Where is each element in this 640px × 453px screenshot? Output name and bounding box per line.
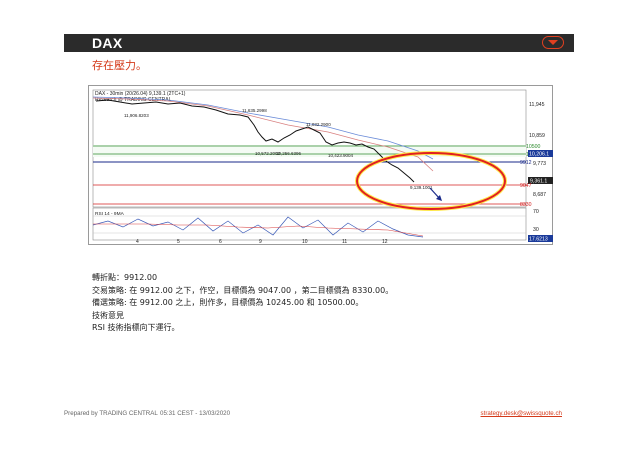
rsi-panel xyxy=(92,207,527,241)
axis-label: 10500 xyxy=(526,144,541,150)
price-chart: DAX - 30min (20/26.04) 9,139.1 (2TC+1) R… xyxy=(88,85,553,245)
annotation-2: 11,906.8203 xyxy=(124,113,149,118)
axis-label: 8,687 xyxy=(533,192,546,198)
axis-label: 70 xyxy=(533,209,539,215)
x-tick-label: 12 xyxy=(382,239,388,245)
x-tick-label: 4 xyxy=(136,239,139,245)
annotation-7: 9,139.1001 xyxy=(410,185,433,190)
axis-label: 30 xyxy=(533,227,539,233)
pivot-point-text: 轉折點：9912.00 xyxy=(92,273,158,282)
alternative-strategy-text: 備選策略: 在 9912.00 之上，則作多，目標價為 10245.00 和 1… xyxy=(92,298,364,307)
collapse-toggle-button[interactable] xyxy=(542,36,564,49)
x-tick-label: 6 xyxy=(219,239,222,245)
annotation-1: 11,635.2998 xyxy=(242,108,267,113)
report-timestamp: 05:31 CEST - 13/03/2020 xyxy=(160,410,231,417)
axis-label: 10,859 xyxy=(529,133,545,139)
contact-email-link[interactable]: strategy.desk@swissquote.ch xyxy=(481,410,562,417)
axis-label: 11,945 xyxy=(529,102,545,108)
axis-label: 8330 xyxy=(520,202,532,208)
instrument-title: DAX xyxy=(92,35,123,51)
x-tick-label: 10 xyxy=(302,239,308,245)
technical-comment-text: RSI 技術指標向下運行。 xyxy=(92,323,180,332)
x-tick-label: 5 xyxy=(177,239,180,245)
x-tick-label: 11 xyxy=(342,239,347,245)
footer: Prepared by TRADING CENTRAL 05:31 CEST -… xyxy=(64,410,574,422)
trading-strategy-text: 交易策略: 在 9912.00 之下，作空，目標價為 9047.00 ，第二目標… xyxy=(92,285,394,295)
annotation-3: 11,032.2900 xyxy=(306,122,331,127)
strategy-notes: 轉折點：9912.00 交易策略: 在 9912.00 之下，作空，目標價為 9… xyxy=(92,272,393,335)
header-bar: DAX xyxy=(64,34,574,52)
chevron-down-icon xyxy=(548,40,558,45)
annotation-5: 10,256.6396 xyxy=(276,151,302,156)
axis-label: 9,773 xyxy=(533,161,546,167)
axis-label: 9912 xyxy=(520,160,532,166)
prepared-by-text: Prepared by TRADING CENTRAL xyxy=(64,410,158,417)
axis-label: 9047 xyxy=(520,183,532,189)
axis-label: 9,361.1 xyxy=(530,179,547,185)
axis-label: 17.6213 xyxy=(529,237,548,243)
summary-headline: 存在壓力。 xyxy=(92,59,147,72)
annotation-6: 10,423.9004 xyxy=(328,153,354,158)
technical-comment-title: 技術意見 xyxy=(92,310,124,320)
axis-label: 10,206.1 xyxy=(529,152,549,158)
x-tick-label: 9 xyxy=(259,239,262,245)
